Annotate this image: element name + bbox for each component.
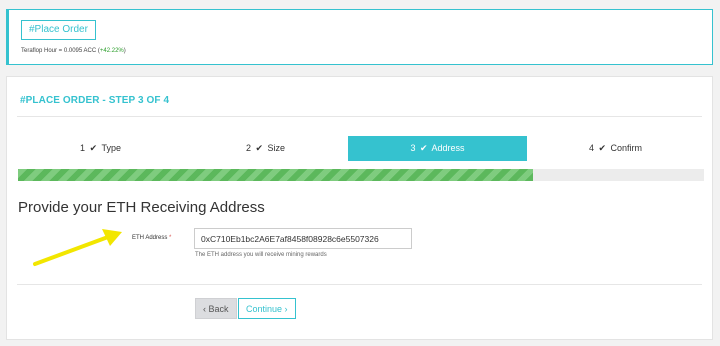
divider bbox=[17, 284, 702, 285]
teraflop-text: Teraflop Hour = 0.0095 ACC ( bbox=[21, 48, 100, 54]
divider bbox=[17, 116, 702, 117]
required-mark: * bbox=[169, 235, 172, 241]
step-number: 3 bbox=[410, 143, 416, 153]
step-label: Size bbox=[267, 143, 286, 153]
step-confirm: 4 ✔ Confirm bbox=[527, 136, 704, 161]
step-number: 1 bbox=[80, 143, 86, 153]
back-button[interactable]: ‹ Back bbox=[195, 298, 237, 319]
step-label: Confirm bbox=[610, 143, 643, 153]
step-title: #PLACE ORDER - STEP 3 OF 4 bbox=[20, 95, 170, 106]
place-order-button[interactable]: #Place Order bbox=[21, 20, 96, 40]
field-label-text: ETH Address bbox=[132, 235, 168, 241]
step-type: 1 ✔ Type bbox=[18, 136, 183, 161]
top-panel: #Place Order Teraflop Hour = 0.0095 ACC … bbox=[6, 9, 713, 65]
arrow-annotation-icon bbox=[33, 229, 122, 266]
eth-address-label: ETH Address * bbox=[132, 235, 171, 241]
progress-bar bbox=[18, 169, 704, 181]
check-icon: ✔ bbox=[89, 143, 98, 153]
step-address: 3 ✔ Address bbox=[348, 136, 527, 161]
check-icon: ✔ bbox=[598, 143, 607, 153]
field-help-text: The ETH address you will receive mining … bbox=[195, 252, 327, 258]
step-number: 4 bbox=[588, 143, 594, 153]
step-label: Type bbox=[101, 143, 121, 153]
eth-address-input[interactable] bbox=[194, 228, 412, 249]
check-icon: ✔ bbox=[419, 143, 428, 153]
check-icon: ✔ bbox=[255, 143, 264, 153]
step-tabs: 1 ✔ Type 2 ✔ Size 3 ✔ Address 4 ✔ Confir… bbox=[18, 136, 704, 161]
step-size: 2 ✔ Size bbox=[183, 136, 348, 161]
teraflop-close: ) bbox=[123, 48, 126, 54]
continue-button[interactable]: Continue › bbox=[238, 298, 296, 319]
step-number: 2 bbox=[245, 143, 251, 153]
place-order-panel: #PLACE ORDER - STEP 3 OF 4 1 ✔ Type 2 ✔ … bbox=[6, 76, 713, 340]
section-heading: Provide your ETH Receiving Address bbox=[18, 199, 265, 216]
teraflop-price: Teraflop Hour = 0.0095 ACC (+42.22%) bbox=[21, 48, 126, 54]
progress-fill bbox=[18, 169, 533, 181]
step-label: Address bbox=[431, 143, 465, 153]
teraflop-change: +42.22% bbox=[99, 48, 124, 54]
